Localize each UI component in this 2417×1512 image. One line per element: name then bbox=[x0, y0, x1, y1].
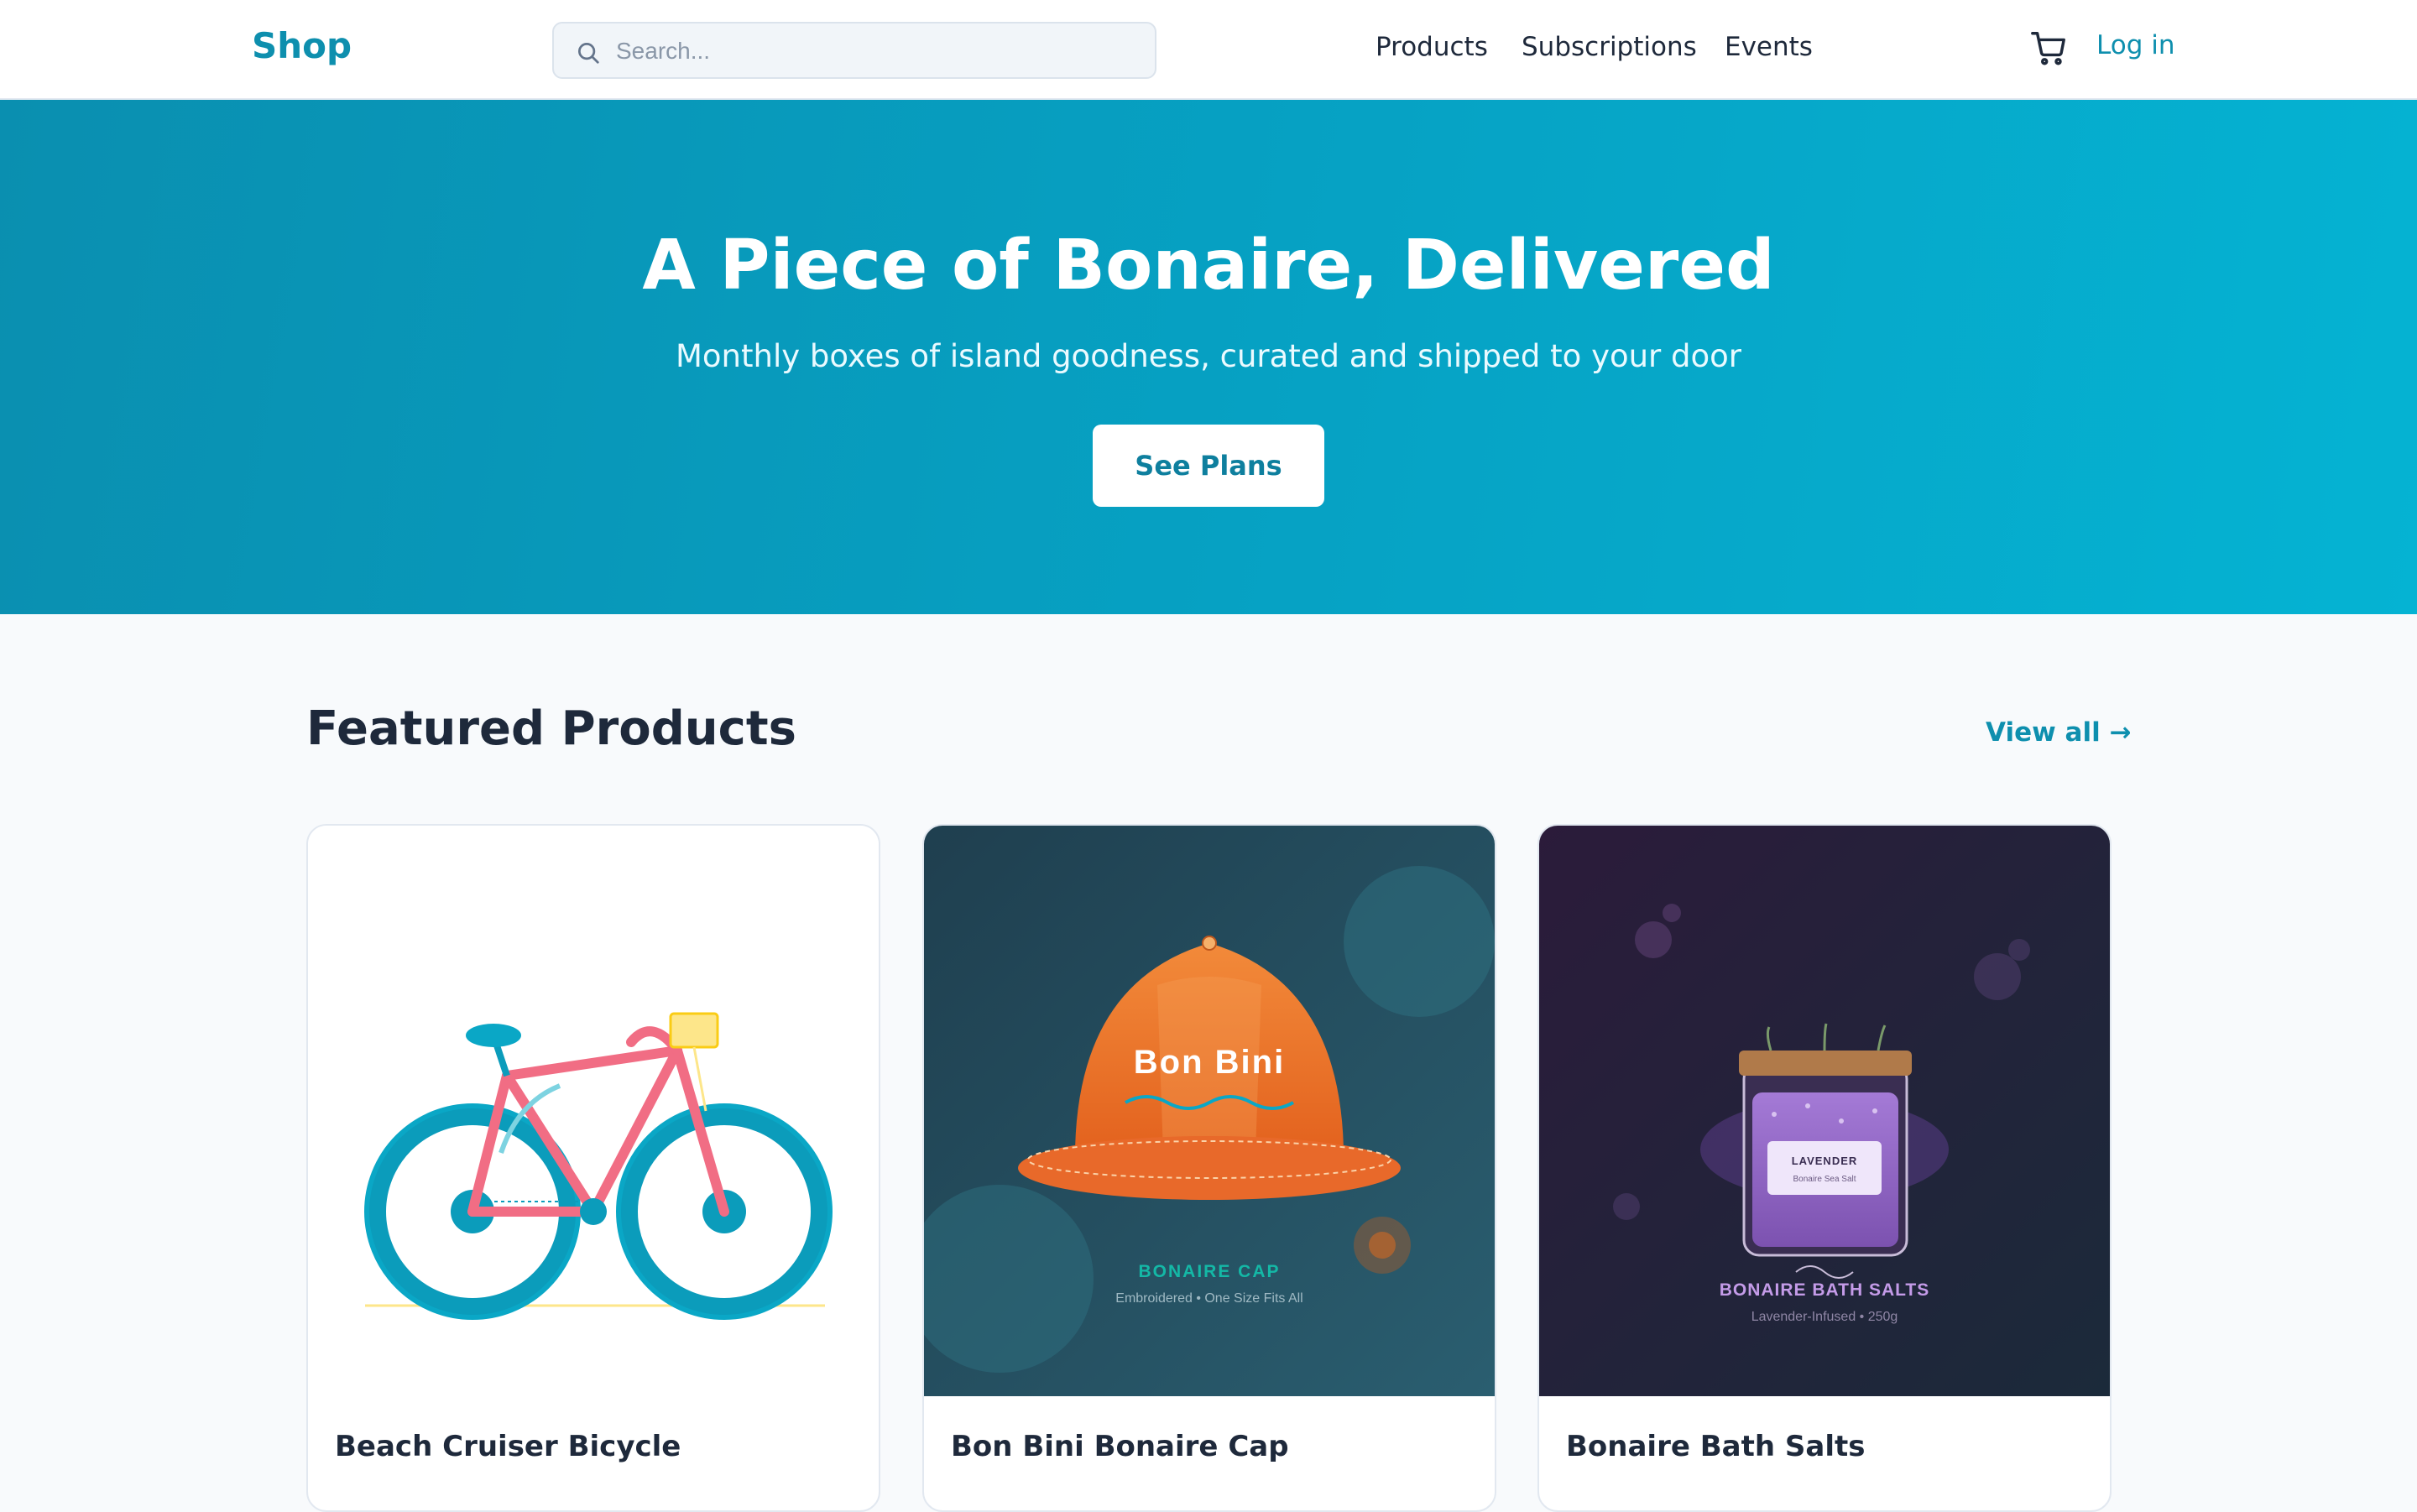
cap-image-label: BONAIRE CAP bbox=[1138, 1262, 1280, 1281]
cap-image-detail: Embroidered • One Size Fits All bbox=[1115, 1291, 1302, 1306]
product-name[interactable]: Beach Cruiser Bicycle bbox=[335, 1430, 681, 1463]
cart-icon[interactable] bbox=[2029, 29, 2068, 67]
product-card-cap[interactable]: Bon Bini BONAIRE CAP Embroidered • One S… bbox=[922, 824, 1496, 1512]
view-all-link[interactable]: View all → bbox=[1986, 717, 2131, 748]
bath-salts-image[interactable]: LAVENDER Bonaire Sea Salt BONAIRE BATH S… bbox=[1539, 826, 2110, 1396]
jar-label-text: LAVENDER bbox=[1792, 1155, 1858, 1167]
hero-banner: A Piece of Bonaire, Delivered Monthly bo… bbox=[0, 100, 2417, 614]
product-card-bicycle[interactable]: Beach Cruiser Bicycle bbox=[306, 824, 880, 1512]
salts-image-detail: Lavender-Infused • 250g bbox=[1751, 1310, 1898, 1324]
hero-title: A Piece of Bonaire, Delivered bbox=[642, 226, 1775, 305]
login-link[interactable]: Log in bbox=[2096, 30, 2174, 60]
see-plans-button[interactable]: See Plans bbox=[1093, 425, 1324, 507]
product-name[interactable]: Bonaire Bath Salts bbox=[1566, 1430, 1865, 1463]
search-icon bbox=[578, 43, 599, 64]
nav-products[interactable]: Products bbox=[1376, 32, 1488, 62]
cap-image-text: Bon Bini bbox=[1134, 1044, 1285, 1081]
product-card-bath-salts[interactable]: LAVENDER Bonaire Sea Salt BONAIRE BATH S… bbox=[1537, 824, 2112, 1512]
product-name[interactable]: Bon Bini Bonaire Cap bbox=[951, 1430, 1289, 1463]
bicycle-image[interactable] bbox=[308, 826, 879, 1396]
shop-logo[interactable]: Shop bbox=[252, 25, 352, 66]
search-input[interactable] bbox=[616, 32, 1136, 70]
cap-image[interactable]: Bon Bini BONAIRE CAP Embroidered • One S… bbox=[924, 826, 1495, 1396]
search-box[interactable] bbox=[552, 22, 1156, 79]
top-navbar: Shop Products Subscriptions Events Log i… bbox=[0, 0, 2417, 100]
jar-sublabel-text: Bonaire Sea Salt bbox=[1793, 1175, 1856, 1184]
featured-title: Featured Products bbox=[306, 701, 796, 756]
nav-subscriptions[interactable]: Subscriptions bbox=[1522, 32, 1697, 62]
salts-image-label: BONAIRE BATH SALTS bbox=[1720, 1280, 1930, 1300]
hero-subtitle: Monthly boxes of island goodness, curate… bbox=[675, 338, 1741, 374]
nav-events[interactable]: Events bbox=[1725, 32, 1813, 62]
